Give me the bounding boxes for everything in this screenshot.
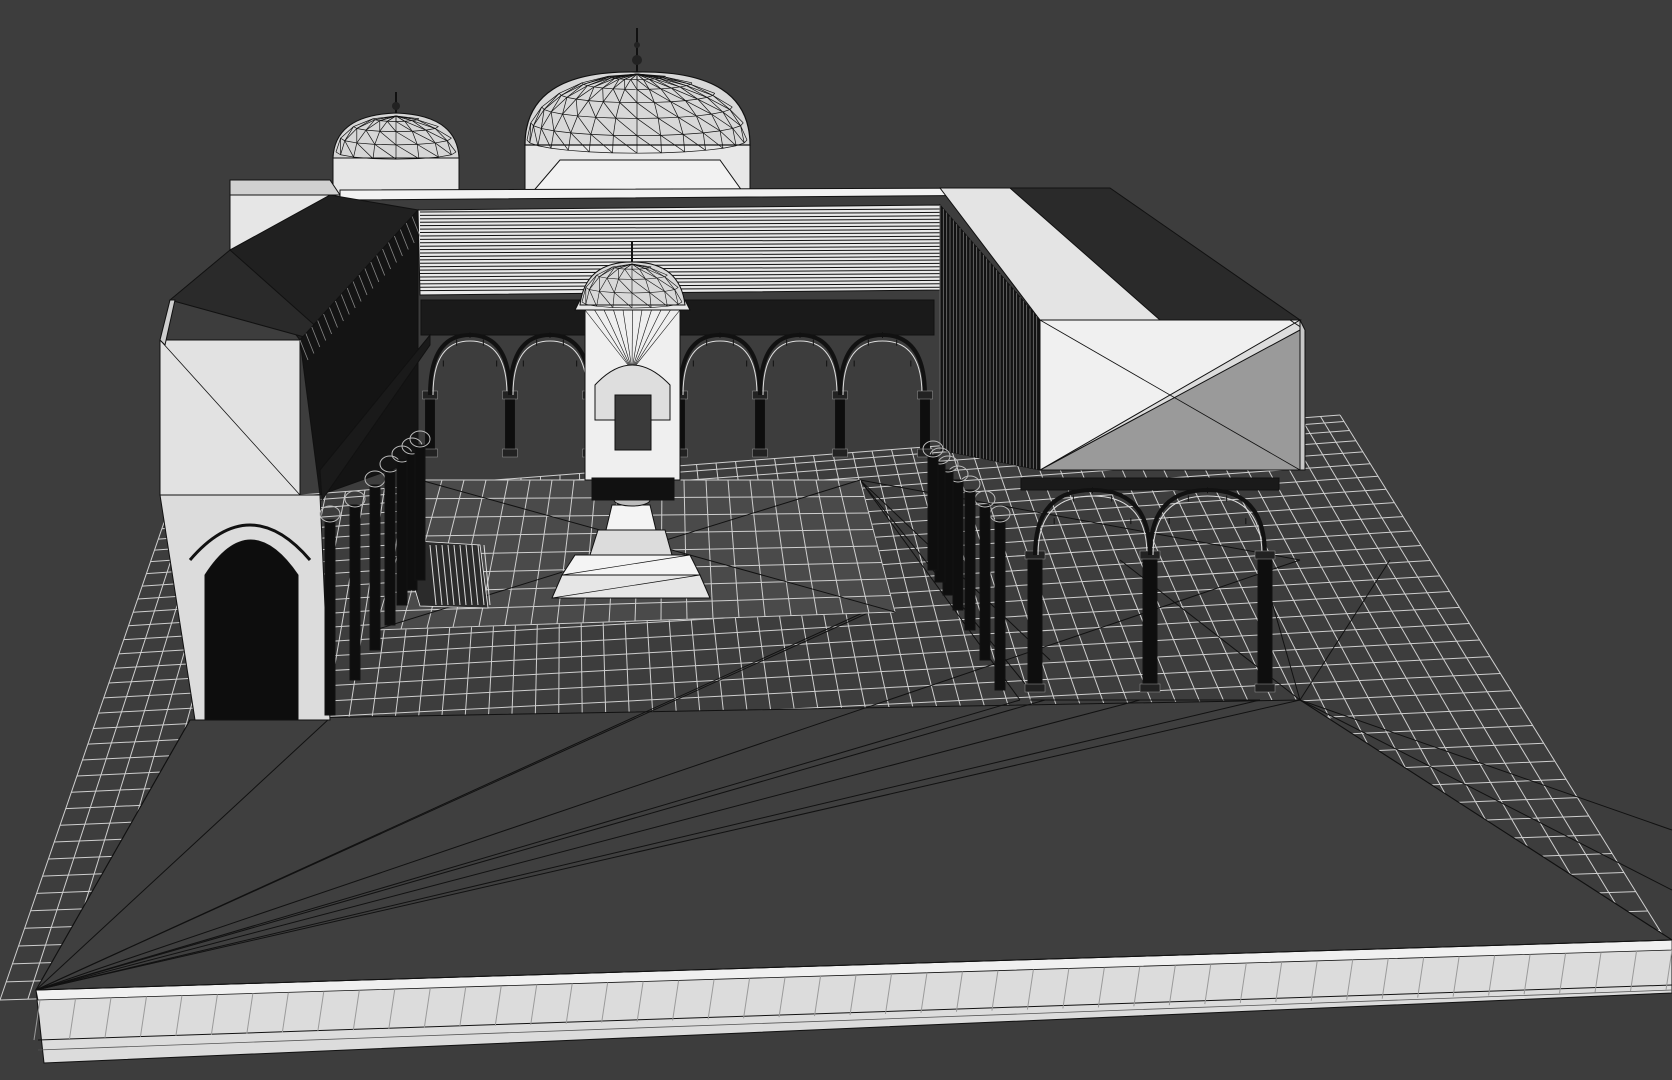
viewport-canvas[interactable] <box>0 0 1672 1080</box>
right-wing[interactable] <box>938 187 1306 471</box>
left-wing[interactable] <box>159 194 421 721</box>
3d-viewport[interactable] <box>0 0 1672 1080</box>
main-dome[interactable] <box>524 28 751 196</box>
base-slab[interactable] <box>33 699 1672 1064</box>
fountain-kiosk[interactable] <box>574 242 691 501</box>
secondary-dome[interactable] <box>332 92 460 196</box>
